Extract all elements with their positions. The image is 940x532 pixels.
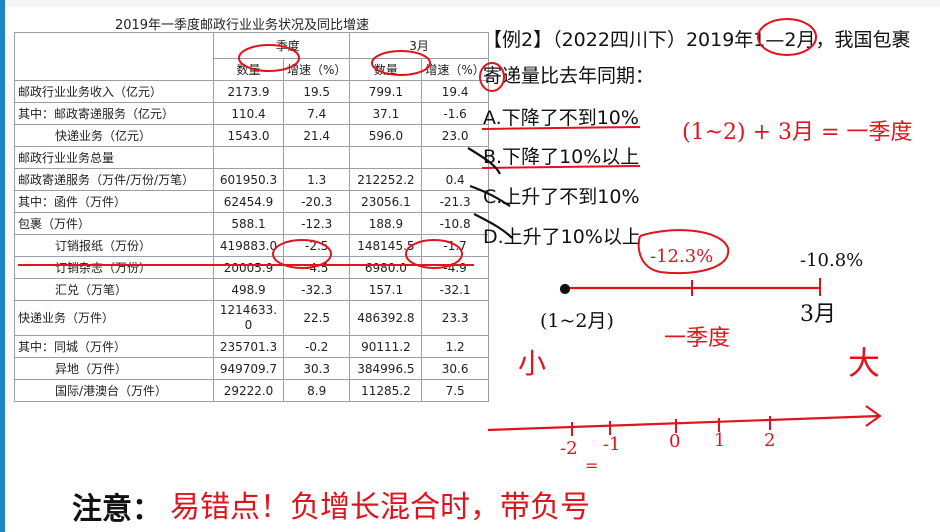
note-small: 小 <box>518 347 547 380</box>
ink-overlay <box>18 18 882 436</box>
note-q1-marker: -12.3% <box>650 246 714 267</box>
numline-tick-label: -2 <box>560 438 578 459</box>
scale-start-dot <box>559 283 571 295</box>
numline-tick-label: 1 <box>714 430 726 451</box>
caution-text: 易错点！负增长混合时，带负号 <box>170 490 590 525</box>
numline-tick-label: 0 <box>669 431 681 452</box>
circle-q1-rate <box>272 239 332 269</box>
note-label-q1: 一季度 <box>664 326 731 351</box>
numline-equal-sign: = <box>585 456 599 475</box>
note-label-march: 3月 <box>800 302 836 327</box>
number-line <box>487 414 881 432</box>
circle-q1-header <box>238 44 300 72</box>
note-formula: (1~2) + 3月 = 一季度 <box>682 120 913 145</box>
caution-label: 注意： <box>72 492 162 527</box>
underline-option-b <box>481 165 641 169</box>
note-label-12: (1~2月) <box>540 310 614 332</box>
circle-months <box>757 18 817 56</box>
strike-option-c <box>469 184 511 207</box>
note-march-marker: -10.8% <box>800 250 864 271</box>
numline-tick-label: -1 <box>603 434 621 455</box>
circle-march-header <box>371 50 431 76</box>
underline-option-a <box>481 126 641 130</box>
circle-char <box>479 62 505 92</box>
numline-tick-label: 2 <box>764 430 776 451</box>
circle-march-rate <box>405 239 463 269</box>
strike-option-d <box>473 213 513 239</box>
strike-option-b <box>467 147 501 175</box>
note-big: 大 <box>848 344 881 382</box>
